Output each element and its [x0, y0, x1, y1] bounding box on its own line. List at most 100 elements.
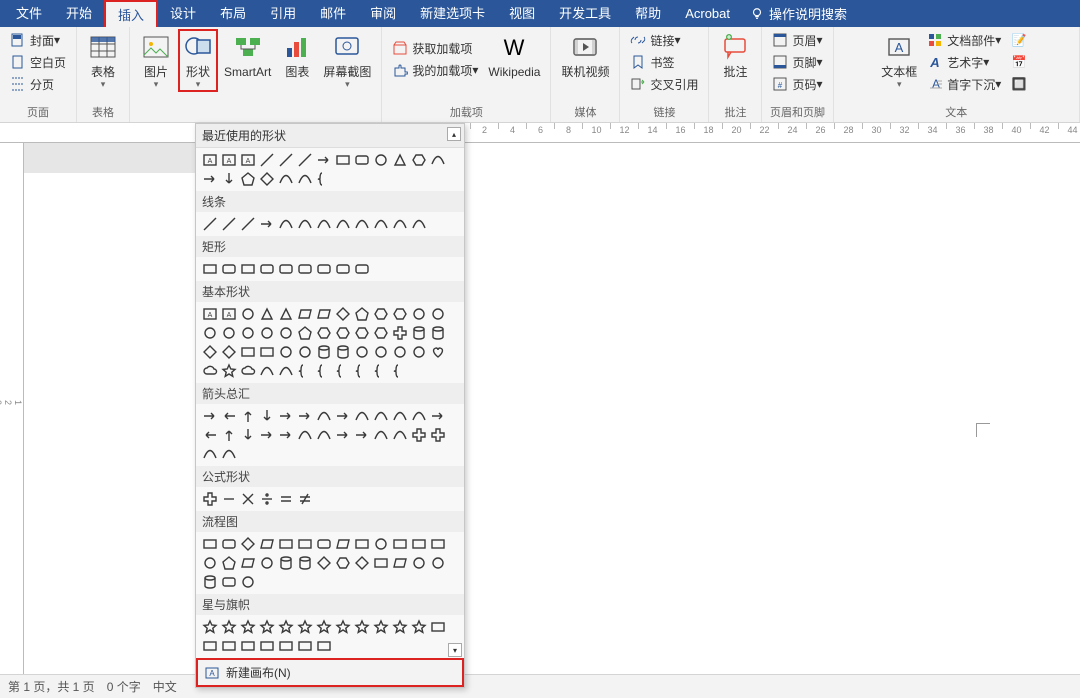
- shape-div[interactable]: [258, 490, 276, 508]
- shape-larrow[interactable]: [220, 407, 238, 425]
- shape-cyl[interactable]: [410, 324, 428, 342]
- shape-arrow[interactable]: [334, 426, 352, 444]
- drop-cap-button[interactable]: A首字下沉 ▾: [923, 73, 1005, 95]
- shape-rrect[interactable]: [220, 260, 238, 278]
- tab-references[interactable]: 引用: [258, 0, 308, 27]
- shape-paral[interactable]: [315, 305, 333, 323]
- shape-circ[interactable]: [220, 324, 238, 342]
- shape-star[interactable]: [353, 618, 371, 636]
- shape-curve[interactable]: [258, 362, 276, 380]
- shape-curve[interactable]: [391, 426, 409, 444]
- shape-rect[interactable]: [258, 637, 276, 655]
- shape-curve[interactable]: [410, 407, 428, 425]
- shape-curve[interactable]: [296, 215, 314, 233]
- bookmark-button[interactable]: 书签: [626, 51, 702, 73]
- status-lang[interactable]: 中文: [153, 678, 177, 695]
- link-button[interactable]: 链接 ▾: [626, 29, 702, 51]
- shape-circ[interactable]: [277, 343, 295, 361]
- shape-rrect[interactable]: [220, 573, 238, 591]
- shape-circ[interactable]: [258, 324, 276, 342]
- shape-circ[interactable]: [410, 554, 428, 572]
- shape-darrow[interactable]: [239, 426, 257, 444]
- shape-brace[interactable]: [353, 362, 371, 380]
- crossref-button[interactable]: 交叉引用: [626, 73, 702, 95]
- shape-rect[interactable]: [372, 554, 390, 572]
- shape-curve[interactable]: [277, 362, 295, 380]
- shape-rect[interactable]: [353, 535, 371, 553]
- shape-rect[interactable]: [315, 637, 333, 655]
- wordart-button[interactable]: A艺术字 ▾: [923, 51, 1005, 73]
- shape-hex[interactable]: [315, 324, 333, 342]
- shape-paral[interactable]: [258, 535, 276, 553]
- shape-arrow[interactable]: [258, 426, 276, 444]
- shape-circ[interactable]: [429, 554, 447, 572]
- shape-cyl[interactable]: [296, 554, 314, 572]
- page-break-button[interactable]: 分页: [6, 73, 70, 95]
- shape-star[interactable]: [277, 618, 295, 636]
- shape-curve[interactable]: [372, 215, 390, 233]
- quick-parts-button[interactable]: 文档部件 ▾: [923, 29, 1005, 51]
- shape-rect[interactable]: [429, 535, 447, 553]
- shape-rect[interactable]: [334, 151, 352, 169]
- tab-help[interactable]: 帮助: [623, 0, 673, 27]
- shape-rect[interactable]: [410, 535, 428, 553]
- shape-cyl[interactable]: [334, 343, 352, 361]
- shape-rect[interactable]: [277, 535, 295, 553]
- shape-cyl[interactable]: [315, 343, 333, 361]
- document-page[interactable]: [465, 143, 1080, 674]
- shape-pent[interactable]: [353, 305, 371, 323]
- shape-curve[interactable]: [277, 215, 295, 233]
- extra3-button[interactable]: 🔲: [1007, 73, 1035, 95]
- online-video-button[interactable]: 联机视频: [557, 29, 613, 81]
- shape-tri[interactable]: [391, 151, 409, 169]
- shape-pent[interactable]: [296, 324, 314, 342]
- shape-txtbox[interactable]: A: [239, 151, 257, 169]
- shape-arrow[interactable]: [277, 407, 295, 425]
- shape-plus[interactable]: [201, 490, 219, 508]
- shape-circ[interactable]: [391, 343, 409, 361]
- shape-star[interactable]: [239, 618, 257, 636]
- cover-page-button[interactable]: 封面 ▾: [6, 29, 70, 51]
- shape-neq[interactable]: [296, 490, 314, 508]
- shape-minus[interactable]: [220, 490, 238, 508]
- shape-diamond[interactable]: [353, 554, 371, 572]
- shape-circ[interactable]: [296, 343, 314, 361]
- shape-rect[interactable]: [296, 637, 314, 655]
- shape-line[interactable]: [277, 151, 295, 169]
- shape-circ[interactable]: [410, 343, 428, 361]
- blank-page-button[interactable]: 空白页: [6, 51, 70, 73]
- status-words[interactable]: 0 个字: [107, 678, 141, 695]
- shape-curve[interactable]: [315, 426, 333, 444]
- shape-star[interactable]: [315, 618, 333, 636]
- table-button[interactable]: 表格 ▾: [83, 29, 123, 92]
- shape-heart[interactable]: [429, 343, 447, 361]
- shape-hex[interactable]: [372, 305, 390, 323]
- shape-txtbox[interactable]: A: [220, 151, 238, 169]
- shape-rect[interactable]: [429, 618, 447, 636]
- header-button[interactable]: 页眉 ▾: [768, 29, 826, 51]
- shape-paral[interactable]: [296, 305, 314, 323]
- shape-circ[interactable]: [410, 305, 428, 323]
- shape-rect[interactable]: [201, 260, 219, 278]
- chart-button[interactable]: 图表: [277, 29, 317, 81]
- shape-circ[interactable]: [201, 554, 219, 572]
- extra1-button[interactable]: 📝: [1007, 29, 1035, 51]
- shape-brace[interactable]: [372, 362, 390, 380]
- shape-curve[interactable]: [391, 215, 409, 233]
- tab-design[interactable]: 设计: [158, 0, 208, 27]
- shape-rrect[interactable]: [277, 260, 295, 278]
- shape-circ[interactable]: [239, 305, 257, 323]
- shape-curve[interactable]: [296, 426, 314, 444]
- new-canvas-button[interactable]: A 新建画布(N): [196, 658, 464, 687]
- shape-plus[interactable]: [391, 324, 409, 342]
- shape-hex[interactable]: [334, 324, 352, 342]
- shape-star[interactable]: [220, 362, 238, 380]
- shape-cyl[interactable]: [429, 324, 447, 342]
- shape-arrow[interactable]: [315, 151, 333, 169]
- tell-me-search[interactable]: 操作说明搜索: [750, 4, 847, 23]
- shape-curve[interactable]: [201, 445, 219, 463]
- shape-circ[interactable]: [429, 305, 447, 323]
- horizontal-ruler[interactable]: 2468101214161820222426283032343638404244…: [0, 123, 1080, 143]
- shape-rect[interactable]: [239, 343, 257, 361]
- shape-arrow[interactable]: [258, 215, 276, 233]
